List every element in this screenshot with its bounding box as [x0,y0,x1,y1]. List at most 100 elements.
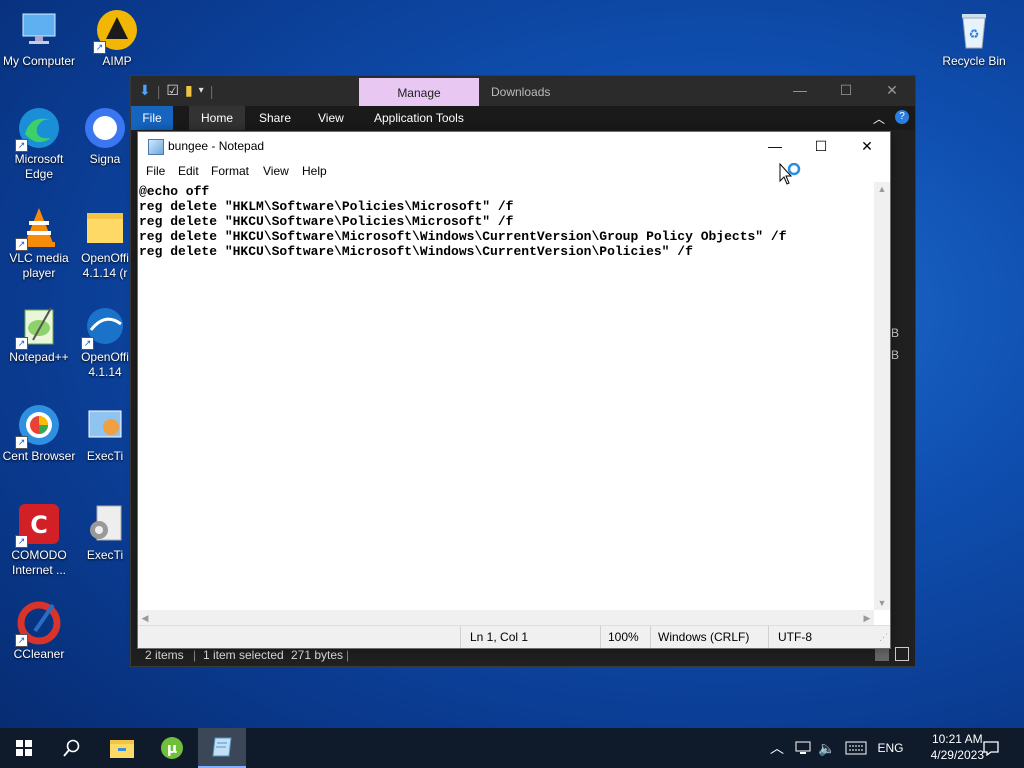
menu-edit[interactable]: Edit [178,164,199,178]
properties-check-icon[interactable]: ☑ [166,82,179,99]
menu-view[interactable]: View [263,164,289,178]
signal-icon [83,106,127,150]
scroll-left-icon[interactable]: ◀ [138,610,152,626]
notepad-text-area[interactable]: @echo off reg delete "HKLM\Software\Poli… [138,182,874,610]
scroll-up-icon[interactable]: ▲ [874,182,890,196]
menu-file[interactable]: File [146,164,165,178]
desktop-icon-edge[interactable]: ↗ Microsoft Edge [2,106,76,182]
edge-icon: ↗ [15,106,61,152]
separator-icon: | [156,82,161,99]
shortcut-arrow-icon: ↗ [81,337,94,350]
explorer-ribbon-tabs: File Home Share View Application Tools ︿… [131,106,915,130]
desktop-icon-comodo[interactable]: C ↗ COMODO Internet ... [2,502,76,578]
desktop-icon-execti-1[interactable]: ExecTi [80,403,130,464]
separator-icon: | [209,82,214,99]
ribbon-tab-view[interactable]: View [306,106,356,130]
scroll-down-icon[interactable]: ▼ [874,596,890,610]
desktop-icon-ccleaner[interactable]: ↗ CCleaner [2,601,76,662]
desktop-icon-label: Signa [89,152,121,166]
desktop-icon-label: Microsoft Edge [14,152,64,181]
notepad-minimize-button[interactable]: — [752,132,798,160]
notepad-close-button[interactable]: ✕ [844,132,890,160]
notepad-title: bungee - Notepad [168,139,265,153]
keyboard-icon[interactable] [845,741,867,755]
large-icons-view-icon[interactable] [895,647,909,661]
shortcut-arrow-icon: ↗ [15,535,28,548]
vlc-icon: ↗ [15,205,61,251]
desktop-icon-label: COMODO Internet ... [11,548,67,577]
notepad-maximize-button[interactable]: ☐ [798,132,844,160]
network-icon[interactable] [794,741,812,755]
notepad-status-bar: Ln 1, Col 1 100% Windows (CRLF) UTF-8 ⋰ [138,625,890,648]
download-arrow-icon[interactable]: ⬇ [139,82,151,99]
ribbon-tab-share[interactable]: Share [247,106,303,130]
ribbon-tab-file[interactable]: File [131,106,173,130]
explorer-maximize-button[interactable]: ☐ [823,76,869,106]
menu-help[interactable]: Help [302,164,327,178]
desktop-icon-label: Recycle Bin [942,54,1006,68]
ribbon-collapse-icon[interactable]: ︿ [873,110,885,127]
shortcut-arrow-icon: ↗ [15,436,28,449]
notification-icon [983,741,999,756]
desktop-icon-label: CCleaner [13,647,65,661]
volume-icon[interactable]: 🔈 [818,740,835,757]
desktop-icon-label: AIMP [102,54,132,68]
ccleaner-icon: ↗ [15,601,61,647]
horizontal-scrollbar[interactable]: ◀ ▶ [138,610,874,626]
search-icon [63,739,80,757]
status-line-ending: Windows (CRLF) [658,630,750,644]
desktop-icon-recycle-bin[interactable]: ♻ Recycle Bin [937,8,1011,69]
vertical-scrollbar[interactable]: ▲ ▼ [874,182,890,610]
resize-grip-icon[interactable]: ⋰ [879,632,888,643]
help-icon[interactable]: ? [895,110,909,124]
openoffice-icon: ↗ [81,304,127,350]
details-view-icon[interactable] [875,647,889,661]
execti-gear-icon [83,502,127,546]
show-hidden-icons-icon[interactable]: ︿ [770,738,784,758]
new-folder-icon[interactable]: ▮ [185,82,193,99]
desktop-icon-openoffice[interactable]: ↗ OpenOffi 4.1.14 [80,304,130,380]
notepad-window[interactable]: bungee - Notepad — ☐ ✕ File Edit Format … [137,131,891,649]
taskbar-utorrent[interactable]: µ [148,728,196,768]
desktop-icon-signal[interactable]: Signa [80,106,130,167]
notepad-icon [212,737,232,757]
comodo-icon: C ↗ [15,502,61,548]
desktop-icon-label: OpenOffi 4.1.14 (r [81,251,129,280]
start-button[interactable] [0,728,48,768]
menu-format[interactable]: Format [211,164,249,178]
ribbon-tab-application-tools[interactable]: Application Tools [362,106,476,130]
window-title-downloads: Downloads [491,85,551,99]
desktop-icon-openoffice-folder[interactable]: OpenOffi 4.1.14 (r [80,205,130,281]
folder-icon [110,740,134,758]
explorer-minimize-button[interactable]: — [777,76,823,106]
taskbar-notepad[interactable] [198,728,246,768]
notepad-title-bar[interactable]: bungee - Notepad — ☐ ✕ [138,132,890,160]
explorer-title-bar[interactable]: ⬇ | ☑ ▮ ▾ | Manage Downloads — ☐ ✕ [131,76,915,106]
desktop-icon-my-computer[interactable]: My Computer [2,8,76,69]
desktop-icon-label: ExecTi [86,548,124,562]
qat-dropdown-icon[interactable]: ▾ [199,85,204,96]
aimp-icon: ↗ [93,8,139,54]
desktop-icon-label: Notepad++ [9,350,69,364]
desktop-icon-vlc[interactable]: ↗ VLC media player [2,205,76,281]
desktop-icon-cent-browser[interactable]: ↗ Cent Browser [2,403,76,464]
notepad-content[interactable]: @echo off reg delete "HKLM\Software\Poli… [138,182,874,259]
shortcut-arrow-icon: ↗ [15,139,28,152]
explorer-close-button[interactable]: ✕ [869,76,915,106]
quick-access-toolbar: ⬇ | ☑ ▮ ▾ | [139,82,213,99]
taskbar-file-explorer[interactable] [98,728,146,768]
shortcut-arrow-icon: ↗ [15,337,28,350]
size-column-fragment: B [891,348,900,362]
search-button[interactable] [48,728,96,768]
desktop-icon-execti-2[interactable]: ExecTi [80,502,130,563]
desktop-icon-aimp[interactable]: ↗ AIMP [80,8,154,69]
notifications-button[interactable] [970,728,1012,768]
scroll-right-icon[interactable]: ▶ [860,610,874,626]
language-indicator[interactable]: ENG [877,741,903,755]
svg-text:µ: µ [167,741,177,757]
shortcut-arrow-icon: ↗ [93,41,106,54]
ribbon-tab-home[interactable]: Home [189,106,246,130]
desktop-icon-notepadpp[interactable]: ↗ Notepad++ [2,304,76,365]
utorrent-icon: µ [161,737,183,759]
tab-manage[interactable]: Manage [359,78,479,106]
